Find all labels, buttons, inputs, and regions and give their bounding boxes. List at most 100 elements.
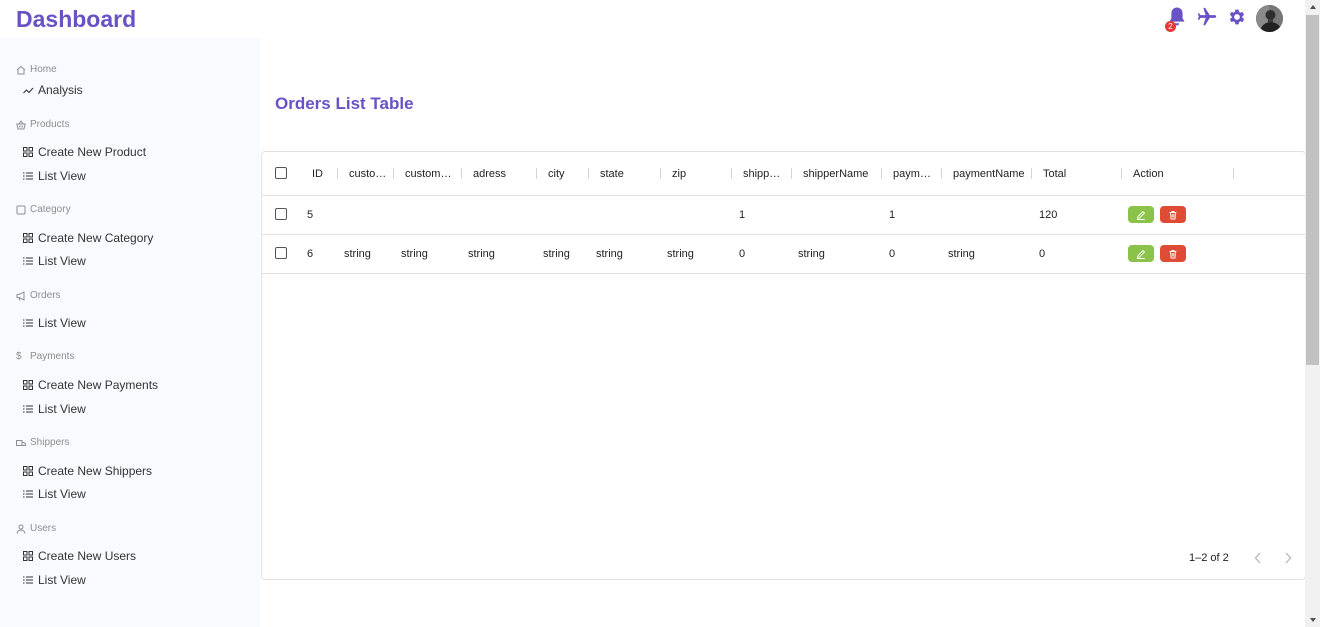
cell-adress: [468, 196, 536, 234]
list-icon: [23, 575, 34, 586]
sidebar-section-orders: Orders: [16, 290, 61, 301]
page-scrollbar[interactable]: [1305, 0, 1320, 627]
sidebar-item-create-new-payments[interactable]: Create New Payments: [23, 378, 158, 392]
column-separator[interactable]: [536, 168, 537, 179]
sidebar-item-label: List View: [38, 573, 86, 587]
sidebar-item-create-new-product[interactable]: Create New Product: [23, 145, 146, 159]
chart-line-icon: [23, 85, 34, 96]
column-header-action[interactable]: Action: [1133, 152, 1193, 195]
column-header-payment-id[interactable]: paym…: [893, 152, 933, 195]
grid-icon: [23, 466, 34, 477]
scroll-thumb[interactable]: [1306, 15, 1319, 365]
column-header-total[interactable]: Total: [1043, 152, 1103, 195]
sidebar-item-label: Create New Payments: [38, 378, 159, 392]
delete-button[interactable]: [1160, 206, 1186, 223]
select-all-checkbox[interactable]: [275, 167, 287, 179]
list-icon: [23, 256, 34, 267]
column-header-payment-name[interactable]: paymentName: [953, 152, 1029, 195]
scroll-up-arrow[interactable]: [1305, 0, 1320, 14]
cell-adress: string: [468, 248, 495, 260]
list-icon: [23, 171, 34, 182]
sidebar-item-shippers-list-view[interactable]: List View: [23, 487, 86, 501]
sidebar-section-label: Home: [30, 64, 57, 75]
column-separator[interactable]: [791, 168, 792, 179]
pencil-icon: [1136, 210, 1146, 220]
megaphone-icon: [16, 290, 26, 301]
sidebar-item-users-list-view[interactable]: List View: [23, 573, 86, 587]
next-page-button[interactable]: [1280, 549, 1296, 567]
cell-city: string: [543, 248, 570, 260]
cell-payment-name: string: [948, 248, 975, 260]
plane-icon: [1196, 6, 1218, 33]
sidebar-section-users: Users: [16, 523, 56, 534]
sidebar-section-payments: $ Payments: [16, 351, 74, 362]
sidebar-item-create-new-category[interactable]: Create New Category: [23, 231, 153, 245]
cell-customer-id: string: [344, 248, 371, 260]
cell-shipper-id: 0: [739, 248, 746, 260]
delete-button[interactable]: [1160, 245, 1186, 262]
sidebar-item-category-list-view[interactable]: List View: [23, 254, 86, 268]
previous-page-button[interactable]: [1250, 549, 1266, 567]
gear-icon: [1227, 7, 1247, 32]
sidebar-section-category: Category: [16, 204, 71, 215]
sidebar-section-label: Products: [30, 119, 70, 130]
edit-button[interactable]: [1128, 245, 1154, 262]
column-header-customer-name[interactable]: custom…: [405, 152, 459, 195]
cell-id: 6: [307, 248, 314, 260]
sidebar-item-label: List View: [38, 254, 86, 268]
column-separator[interactable]: [731, 168, 732, 179]
avatar[interactable]: [1256, 5, 1283, 32]
column-header-shipper-name[interactable]: shipperName: [803, 152, 873, 195]
sidebar-item-create-new-users[interactable]: Create New Users: [23, 549, 136, 563]
grid-icon: [23, 380, 34, 391]
plane-button[interactable]: [1194, 6, 1220, 32]
column-separator[interactable]: [881, 168, 882, 179]
sidebar-section-products: Products: [16, 119, 69, 130]
sidebar-item-label: List View: [38, 169, 86, 183]
cell-shipper-name: [798, 196, 882, 234]
scroll-down-arrow[interactable]: [1305, 613, 1320, 627]
row-checkbox[interactable]: [275, 247, 287, 259]
column-separator[interactable]: [393, 168, 394, 179]
cell-zip: [667, 196, 731, 234]
notifications-button[interactable]: 2: [1164, 6, 1190, 32]
cell-payment-name: [948, 196, 1032, 234]
settings-button[interactable]: [1224, 6, 1250, 32]
table-row[interactable]: 5 1 1 120: [262, 196, 1305, 235]
column-header-city[interactable]: city: [548, 152, 584, 195]
sidebar: Home Analysis Products Create New Produc…: [0, 38, 260, 627]
sidebar-item-label: List View: [38, 487, 86, 501]
cell-state: [596, 196, 660, 234]
column-separator[interactable]: [461, 168, 462, 179]
truck-icon: [16, 438, 26, 448]
column-header-customer-id[interactable]: custo…: [349, 152, 391, 195]
sidebar-section-home: Home: [16, 64, 57, 75]
column-separator[interactable]: [941, 168, 942, 179]
sidebar-item-analysis[interactable]: Analysis: [23, 83, 83, 97]
column-header-shipper-id[interactable]: shipp…: [743, 152, 783, 195]
grid-icon: [23, 551, 34, 562]
column-header-zip[interactable]: zip: [672, 152, 722, 195]
column-separator[interactable]: [1121, 168, 1122, 179]
row-checkbox[interactable]: [275, 208, 287, 220]
column-separator[interactable]: [660, 168, 661, 179]
sidebar-item-create-new-shippers[interactable]: Create New Shippers: [23, 464, 152, 478]
column-separator[interactable]: [588, 168, 589, 179]
column-separator[interactable]: [1233, 168, 1234, 179]
sidebar-item-payments-list-view[interactable]: List View: [23, 402, 86, 416]
cell-total: 120: [1039, 209, 1058, 221]
sidebar-item-label: Analysis: [38, 83, 83, 97]
table-row[interactable]: 6 string string string string string str…: [262, 235, 1305, 274]
sidebar-item-orders-list-view[interactable]: List View: [23, 316, 86, 330]
column-separator[interactable]: [1031, 168, 1032, 179]
sidebar-item-products-list-view[interactable]: List View: [23, 169, 86, 183]
column-separator[interactable]: [337, 168, 338, 179]
sidebar-section-label: Payments: [30, 351, 75, 362]
cell-payment-id: 1: [889, 209, 896, 221]
trash-icon: [1168, 210, 1178, 220]
column-header-state[interactable]: state: [600, 152, 650, 195]
column-header-adress[interactable]: adress: [473, 152, 523, 195]
grid-icon: [23, 147, 34, 158]
edit-button[interactable]: [1128, 206, 1154, 223]
pencil-icon: [1136, 249, 1146, 259]
